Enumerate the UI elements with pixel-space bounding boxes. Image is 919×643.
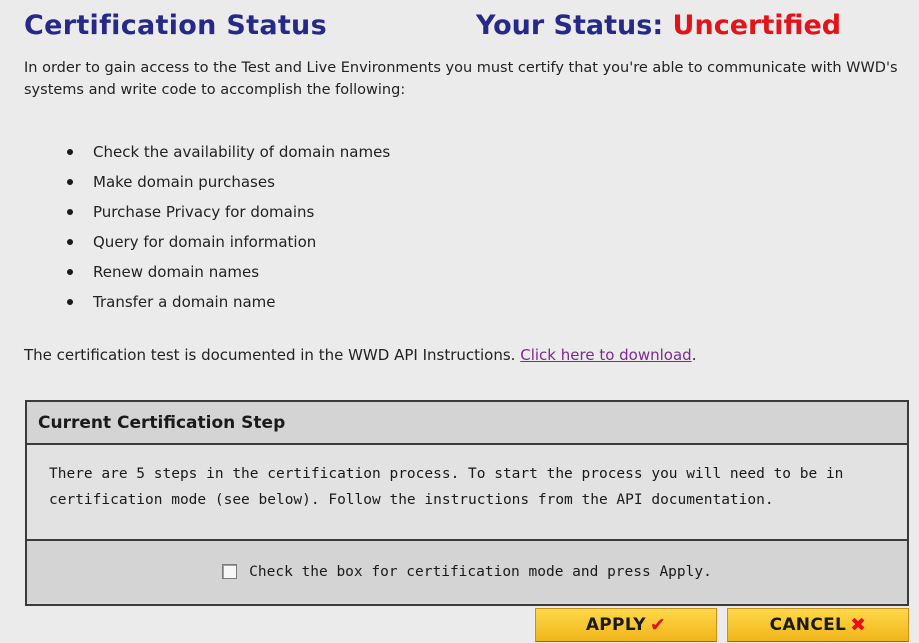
intro-text: In order to gain access to the Test and … [24, 60, 898, 98]
requirement-label: Check the availability of domain names [93, 143, 391, 161]
bullet-icon [67, 239, 73, 245]
list-item: Renew domain names [48, 261, 390, 291]
requirement-label: Renew domain names [93, 263, 260, 281]
requirements-list: Check the availability of domain names M… [48, 141, 390, 321]
list-item: Purchase Privacy for domains [48, 201, 390, 231]
list-item: Query for domain information [48, 231, 390, 261]
bullet-icon [67, 149, 73, 155]
cancel-button[interactable]: CANCEL ✖ [727, 608, 909, 642]
apply-label: APPLY [585, 615, 646, 635]
panel-body-text: There are 5 steps in the certification p… [27, 445, 907, 541]
status-indicator: Your Status: Uncertified [476, 10, 841, 41]
requirement-label: Transfer a domain name [93, 293, 276, 311]
x-icon: ✖ [850, 614, 867, 636]
apply-button[interactable]: APPLY ✔ [535, 608, 717, 642]
checkmark-icon: ✔ [649, 614, 667, 636]
bullet-icon [67, 179, 73, 185]
status-label: Your Status: [476, 10, 664, 41]
certification-mode-checkbox[interactable] [222, 564, 238, 579]
documentation-note: The certification test is documented in … [24, 344, 696, 366]
requirement-label: Purchase Privacy for domains [93, 203, 315, 221]
list-item: Make domain purchases [48, 171, 390, 201]
documentation-text: The certification test is documented in … [24, 346, 516, 364]
list-item: Transfer a domain name [48, 291, 390, 321]
cancel-label: CANCEL [769, 615, 847, 635]
requirement-label: Query for domain information [93, 233, 317, 251]
requirement-label: Make domain purchases [93, 173, 275, 191]
certification-mode-row: Check the box for certification mode and… [27, 541, 907, 602]
bullet-icon [67, 209, 73, 215]
bullet-icon [67, 299, 73, 305]
download-link[interactable]: Click here to download [520, 346, 691, 364]
bullet-icon [67, 269, 73, 275]
documentation-trailing: . [691, 346, 697, 364]
header: Certification Status Your Status: Uncert… [24, 10, 919, 50]
page-title: Certification Status [24, 10, 327, 41]
status-value: Uncertified [672, 10, 842, 41]
list-item: Check the availability of domain names [48, 141, 390, 171]
certification-mode-label: Check the box for certification mode and… [249, 563, 712, 580]
panel-heading: Current Certification Step [27, 402, 907, 445]
certification-step-panel: Current Certification Step There are 5 s… [25, 400, 909, 606]
